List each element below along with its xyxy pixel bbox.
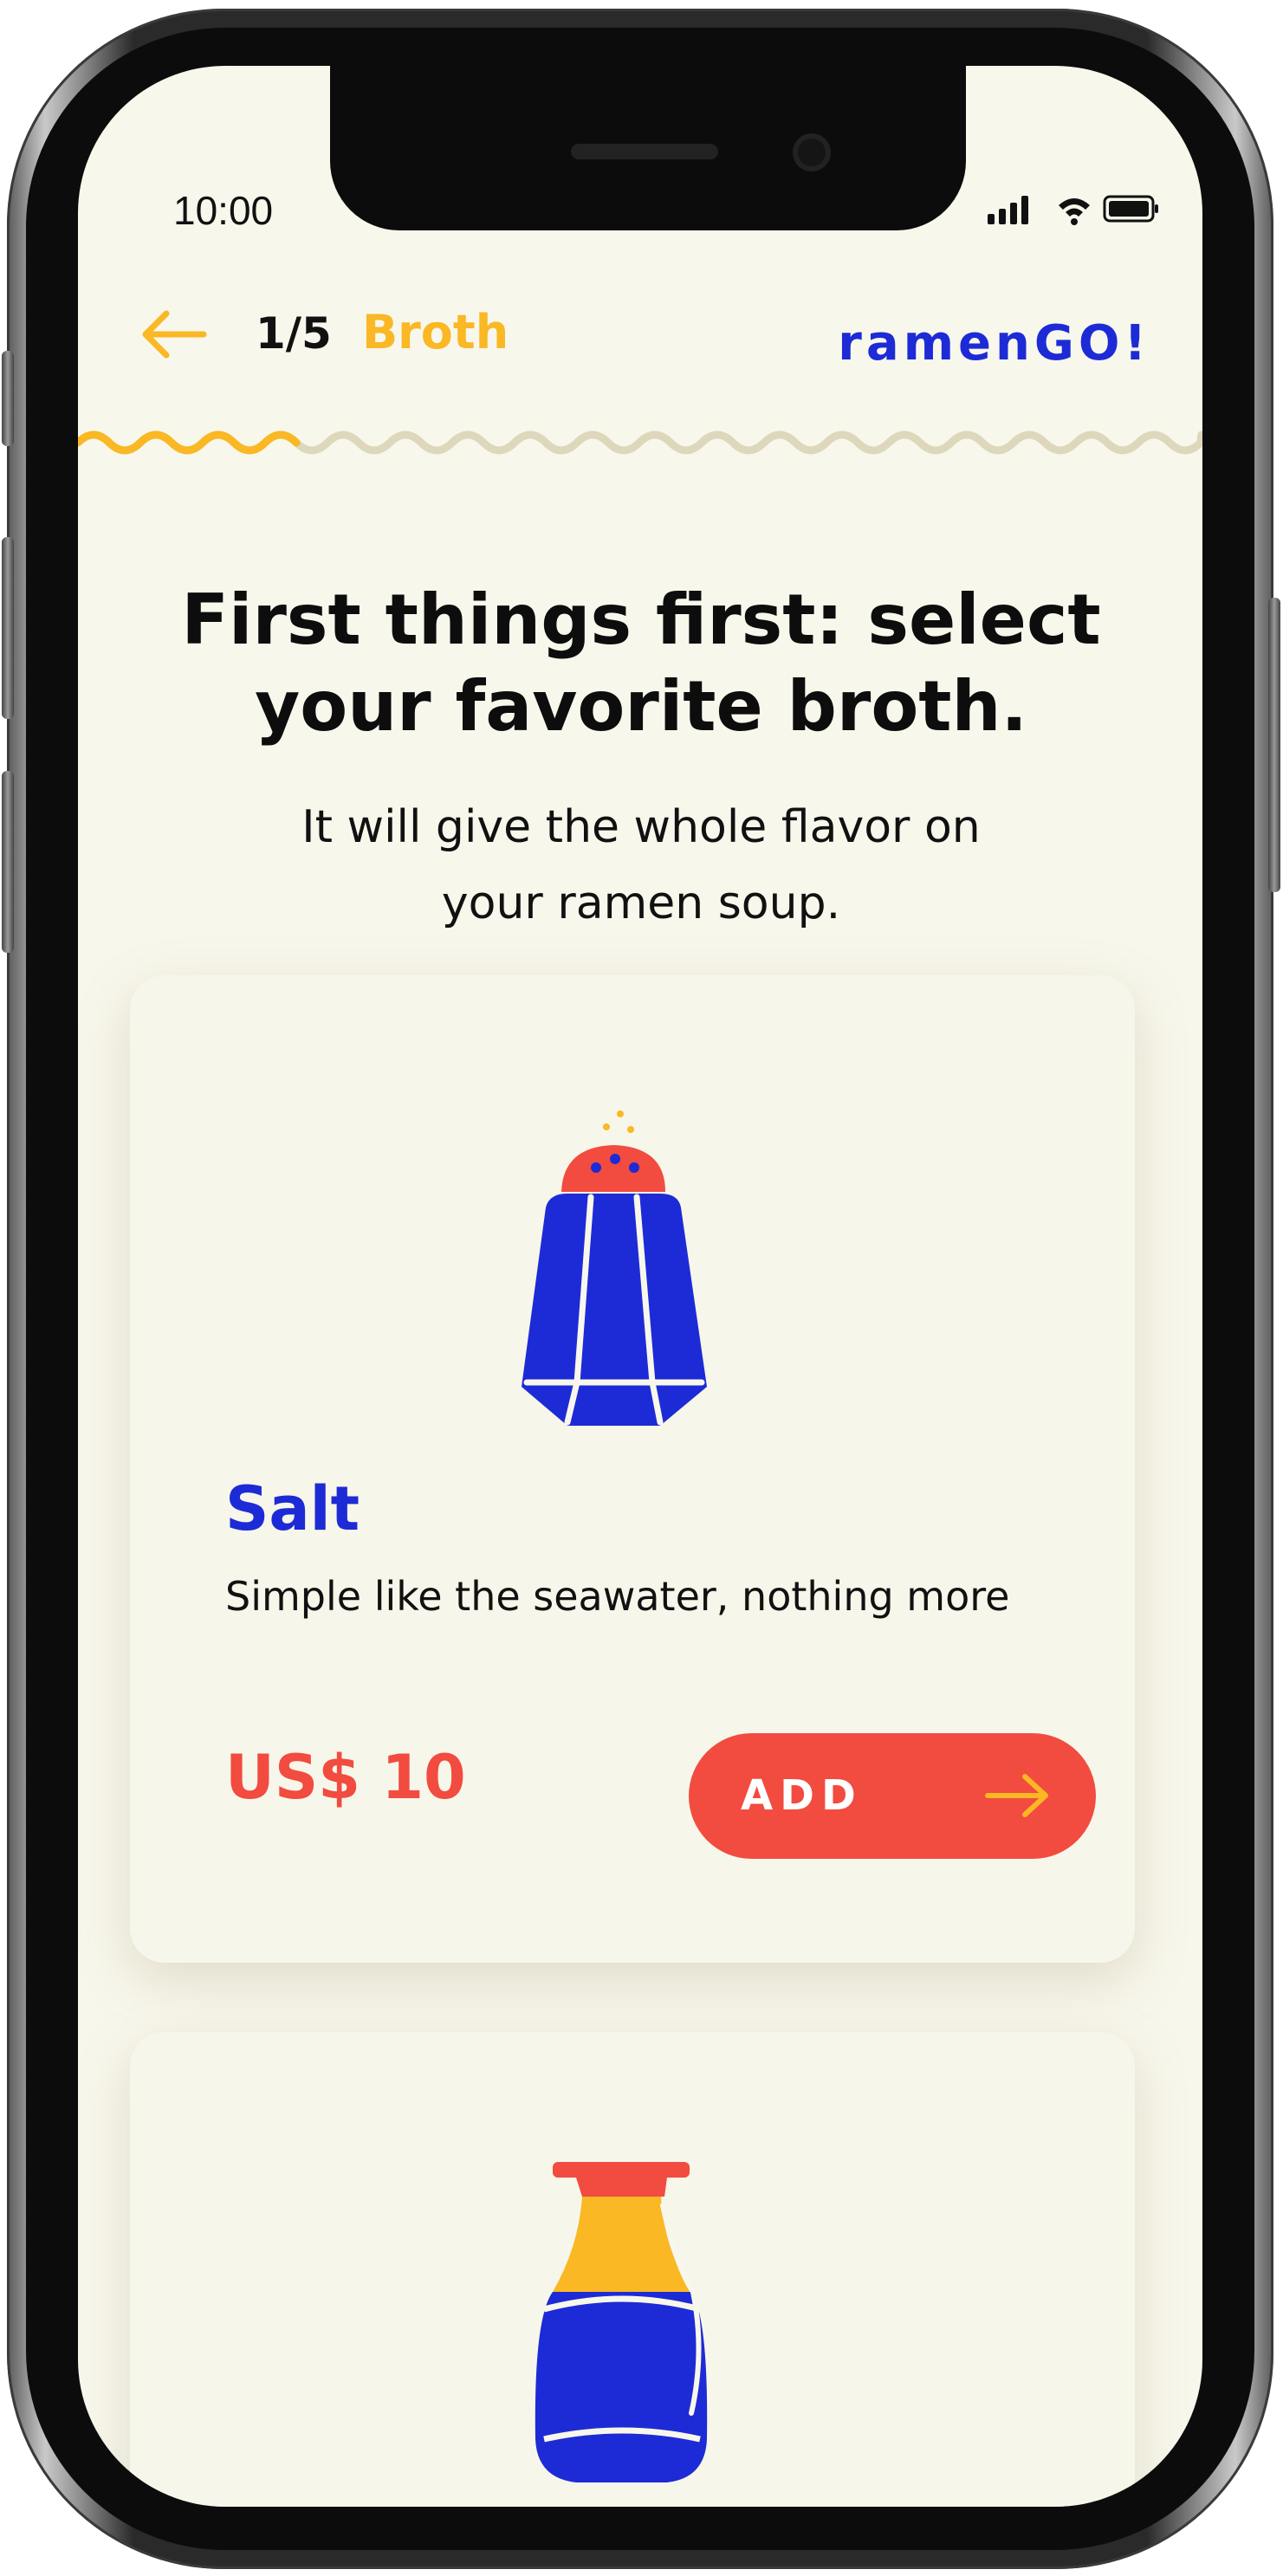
power-button [1268, 598, 1280, 892]
page-headline: First things first: select your favorite… [181, 579, 1101, 747]
brand-logo: ramenGO! [838, 315, 1150, 372]
page-subtext: It will give the whole flavor on your ra… [301, 801, 981, 929]
speaker [571, 144, 718, 159]
wifi-icon [1059, 198, 1090, 225]
front-camera [793, 133, 831, 172]
add-button-label: ADD [741, 1771, 863, 1820]
step-name: Broth [362, 305, 509, 359]
product-card-salt[interactable]: Salt Simple like the seawater, nothing m… [130, 975, 1135, 1963]
product-price: US$ 10 [225, 1742, 466, 1813]
product-name: Salt [225, 1473, 360, 1544]
status-time: 10:00 [173, 188, 274, 233]
signal-icon [988, 196, 1028, 224]
mute-switch [2, 351, 14, 446]
product-card-soy[interactable] [130, 2032, 1135, 2507]
arrow-right-icon [985, 1774, 1048, 1817]
volume-up-button [2, 537, 14, 719]
notch [330, 66, 966, 230]
back-arrow-icon[interactable] [139, 308, 208, 360]
volume-down-button [2, 771, 14, 953]
top-bar: 1/5 Broth ramenGO! [78, 282, 1202, 372]
progress-wave [78, 430, 1202, 455]
battery-icon [1103, 195, 1158, 223]
app-screen: 10:00 1/5 Broth ramenGO! First things fi… [78, 66, 1202, 2507]
progress-fill [78, 430, 301, 455]
salt-shaker-icon [522, 1110, 707, 1426]
product-description: Simple like the seawater, nothing more [225, 1573, 1010, 1620]
add-button[interactable]: ADD [689, 1733, 1096, 1859]
soy-sauce-bottle-icon [535, 2162, 708, 2482]
status-icons [988, 195, 1158, 225]
step-counter: 1/5 [256, 308, 332, 359]
